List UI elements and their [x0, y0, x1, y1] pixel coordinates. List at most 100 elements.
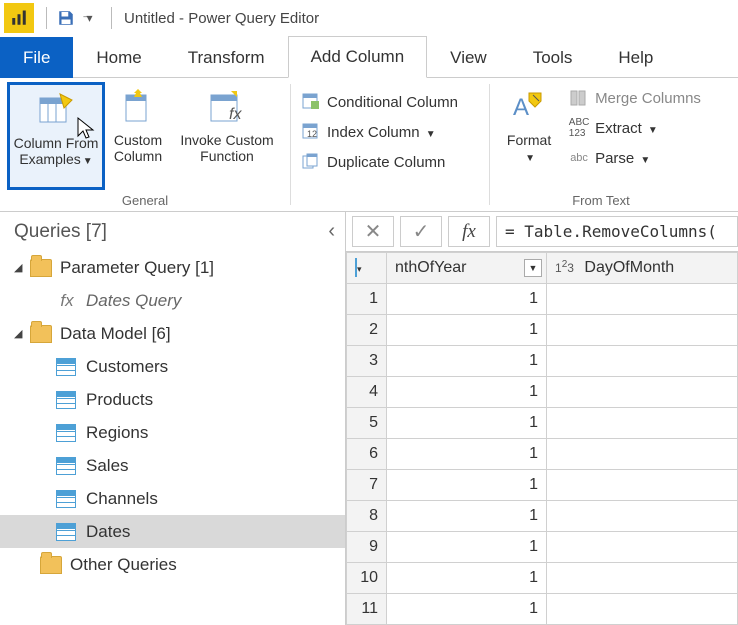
title-bar: ▾_ Untitled - Power Query Editor — [0, 0, 738, 36]
column-from-examples-button[interactable]: Column From Examples▼ — [7, 82, 105, 190]
index-column-button[interactable]: 12 Index Column ▼ — [297, 120, 462, 144]
cell[interactable] — [547, 346, 738, 377]
table-row[interactable]: 91 — [347, 532, 738, 563]
column-from-examples-icon — [35, 89, 77, 131]
column-header-dayofmonth[interactable]: 123 DayOfMonth — [547, 253, 738, 284]
row-number[interactable]: 1 — [347, 284, 387, 315]
collapse-pane-icon[interactable]: ‹ — [328, 220, 335, 243]
tab-transform[interactable]: Transform — [165, 37, 288, 78]
format-button[interactable]: A Format▼ — [497, 82, 561, 190]
table-row[interactable]: 51 — [347, 408, 738, 439]
cell[interactable]: 1 — [387, 284, 547, 315]
tab-file[interactable]: File — [0, 37, 73, 78]
tab-help[interactable]: Help — [595, 37, 676, 78]
custom-column-button[interactable]: Custom Column — [105, 82, 171, 190]
tab-tools[interactable]: Tools — [510, 37, 596, 78]
group-label-general: General — [0, 191, 290, 208]
tree-folder-other-queries[interactable]: Other Queries — [0, 548, 345, 581]
duplicate-column-button[interactable]: Duplicate Column — [297, 150, 462, 174]
cell[interactable]: 1 — [387, 501, 547, 532]
group-label-from-text: From Text — [490, 191, 712, 208]
table-row[interactable]: 41 — [347, 377, 738, 408]
cell[interactable]: 1 — [387, 408, 547, 439]
row-number[interactable]: 9 — [347, 532, 387, 563]
tree-item-customers[interactable]: Customers — [0, 350, 345, 383]
formula-confirm-button[interactable]: ✓ — [400, 216, 442, 247]
tree-item-dates[interactable]: Dates — [0, 515, 345, 548]
cell[interactable] — [547, 563, 738, 594]
table-icon — [355, 258, 357, 277]
cell[interactable] — [547, 439, 738, 470]
table-row[interactable]: 11 — [347, 284, 738, 315]
cell[interactable] — [547, 532, 738, 563]
parse-button[interactable]: abc Parse ▼ — [565, 146, 705, 170]
column-header-nthofyear[interactable]: nthOfYear ▼ — [387, 253, 547, 284]
data-grid[interactable]: ▾ nthOfYear ▼ 123 DayOfMonth 11213141516… — [346, 252, 738, 625]
table-row[interactable]: 21 — [347, 315, 738, 346]
cell[interactable] — [547, 501, 738, 532]
formula-input[interactable]: = Table.RemoveColumns( — [496, 216, 738, 247]
tab-add-column[interactable]: Add Column — [288, 36, 428, 78]
cell[interactable] — [547, 377, 738, 408]
cell[interactable]: 1 — [387, 594, 547, 625]
row-number[interactable]: 11 — [347, 594, 387, 625]
row-number[interactable]: 5 — [347, 408, 387, 439]
cell[interactable]: 1 — [387, 563, 547, 594]
tree-item-sales[interactable]: Sales — [0, 449, 345, 482]
tab-view[interactable]: View — [427, 37, 510, 78]
table-row[interactable]: 101 — [347, 563, 738, 594]
row-number[interactable]: 2 — [347, 315, 387, 346]
table-row[interactable]: 61 — [347, 439, 738, 470]
save-icon[interactable] — [53, 5, 79, 31]
invoke-custom-function-button[interactable]: fx Invoke Custom Function — [171, 82, 283, 190]
separator — [46, 7, 47, 29]
tree-item-products[interactable]: Products — [0, 383, 345, 416]
table-row[interactable]: 31 — [347, 346, 738, 377]
table-row[interactable]: 81 — [347, 501, 738, 532]
conditional-column-button[interactable]: Conditional Column — [297, 90, 462, 114]
cell[interactable] — [547, 594, 738, 625]
tree-item-dates-query-fx[interactable]: fx Dates Query — [0, 284, 345, 317]
cell[interactable]: 1 — [387, 346, 547, 377]
grid-corner[interactable]: ▾ — [347, 253, 387, 284]
tree-folder-data-model[interactable]: ◢ Data Model [6] — [0, 317, 345, 350]
expand-arrow-icon[interactable]: ◢ — [14, 327, 28, 340]
qat-dropdown-icon[interactable]: ▾_ — [79, 5, 105, 31]
row-number[interactable]: 3 — [347, 346, 387, 377]
formula-fx-button[interactable]: fx — [448, 216, 490, 247]
expand-arrow-icon[interactable]: ◢ — [14, 261, 28, 274]
tree-folder-parameter-query[interactable]: ◢ Parameter Query [1] — [0, 251, 345, 284]
tree-label: Regions — [86, 423, 148, 443]
row-number[interactable]: 8 — [347, 501, 387, 532]
merge-columns-label: Merge Columns — [595, 90, 701, 107]
cell[interactable]: 1 — [387, 315, 547, 346]
table-icon — [56, 391, 76, 409]
cell[interactable] — [547, 470, 738, 501]
table-row[interactable]: 111 — [347, 594, 738, 625]
formula-cancel-button[interactable]: ✕ — [352, 216, 394, 247]
cell[interactable] — [547, 315, 738, 346]
tree-item-channels[interactable]: Channels — [0, 482, 345, 515]
queries-title: Queries [7] — [14, 221, 107, 243]
row-number[interactable]: 7 — [347, 470, 387, 501]
tree-item-regions[interactable]: Regions — [0, 416, 345, 449]
row-number[interactable]: 4 — [347, 377, 387, 408]
column-filter-icon[interactable]: ▼ — [524, 259, 542, 277]
svg-text:fx: fx — [229, 106, 242, 123]
ribbon-group-columns2: Conditional Column 12 Index Column ▼ Dup… — [291, 78, 489, 211]
cell[interactable] — [547, 284, 738, 315]
cell[interactable]: 1 — [387, 470, 547, 501]
extract-button[interactable]: ABC123 Extract ▼ — [565, 116, 705, 140]
tab-home[interactable]: Home — [73, 37, 164, 78]
tree-label: Parameter Query [1] — [60, 258, 214, 278]
row-number[interactable]: 10 — [347, 563, 387, 594]
cell[interactable]: 1 — [387, 439, 547, 470]
invoke-custom-function-icon: fx — [206, 86, 248, 128]
cell[interactable] — [547, 408, 738, 439]
table-row[interactable]: 71 — [347, 470, 738, 501]
merge-columns-button[interactable]: Merge Columns — [565, 86, 705, 110]
row-number[interactable]: 6 — [347, 439, 387, 470]
cell[interactable]: 1 — [387, 532, 547, 563]
cell[interactable]: 1 — [387, 377, 547, 408]
index-column-label: Index Column — [327, 124, 420, 141]
